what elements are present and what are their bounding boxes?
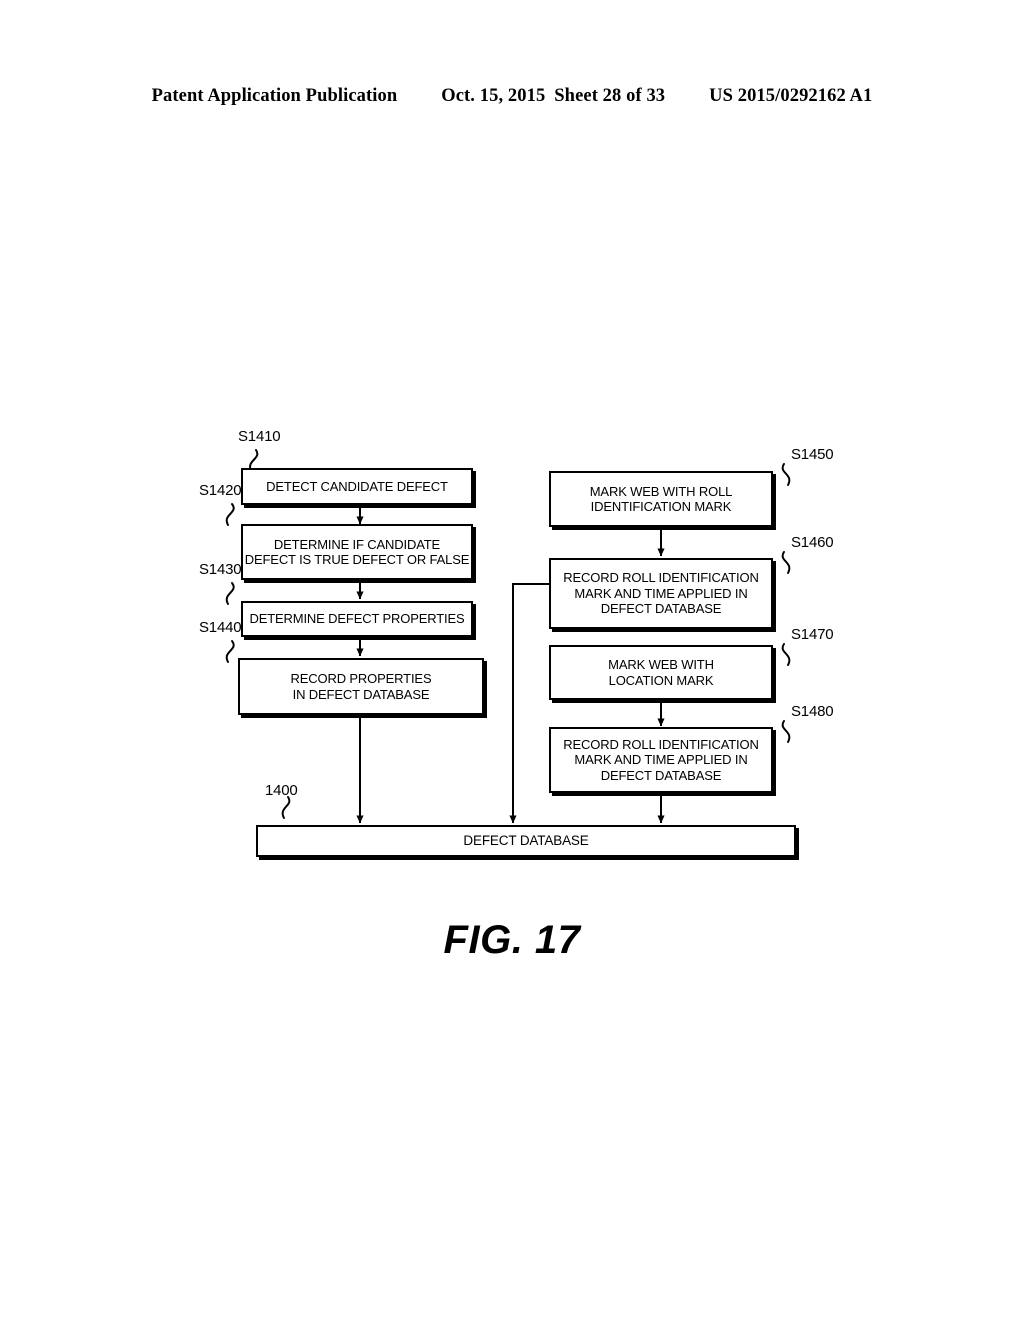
process-box-s1430-label: DETERMINE DEFECT PROPERTIES xyxy=(249,611,465,627)
process-box-s1460-label: RECORD ROLL IDENTIFICATION MARK AND TIME… xyxy=(563,570,759,617)
leader-s1440 xyxy=(225,640,235,663)
process-box-s1460[interactable]: RECORD ROLL IDENTIFICATION MARK AND TIME… xyxy=(549,558,773,629)
leader-s1460 xyxy=(781,551,791,574)
flowchart-connectors xyxy=(225,449,791,824)
process-box-s1440-label: RECORD PROPERTIES IN DEFECT DATABASE xyxy=(290,671,432,702)
process-box-s1420-label: DETERMINE IF CANDIDATE DEFECT IS TRUE DE… xyxy=(244,536,470,568)
process-box-s1420[interactable]: DETERMINE IF CANDIDATE DEFECT IS TRUE DE… xyxy=(241,524,473,580)
process-box-s1450[interactable]: MARK WEB WITH ROLL IDENTIFICATION MARK xyxy=(549,471,773,527)
defect-database-bar-label: DEFECT DATABASE xyxy=(463,833,589,849)
ref-label-s1470: S1470 xyxy=(791,626,834,643)
leader-s1480 xyxy=(781,720,791,743)
process-box-s1470[interactable]: MARK WEB WITH LOCATION MARK xyxy=(549,645,773,700)
ref-label-s1430: S1430 xyxy=(199,561,242,578)
leader-1400 xyxy=(281,796,291,819)
process-box-s1480[interactable]: RECORD ROLL IDENTIFICATION MARK AND TIME… xyxy=(549,727,773,793)
ref-label-1400: 1400 xyxy=(265,782,298,799)
process-box-s1410[interactable]: DETECT CANDIDATE DEFECT xyxy=(241,468,473,505)
leader-s1420 xyxy=(225,503,235,526)
ref-label-s1460: S1460 xyxy=(791,534,834,551)
ref-label-s1410: S1410 xyxy=(238,428,281,445)
process-box-s1430[interactable]: DETERMINE DEFECT PROPERTIES xyxy=(241,601,473,637)
ref-label-s1440: S1440 xyxy=(199,619,242,636)
figure-17-flowchart: DETECT CANDIDATE DEFECT DETERMINE IF CAN… xyxy=(0,0,1024,1320)
connector-s1460-to-database xyxy=(509,583,549,824)
process-box-s1450-label: MARK WEB WITH ROLL IDENTIFICATION MARK xyxy=(589,483,733,515)
leader-s1470 xyxy=(781,643,791,666)
ref-label-s1480: S1480 xyxy=(791,703,834,720)
process-box-s1470-label: MARK WEB WITH LOCATION MARK xyxy=(608,657,714,688)
ref-label-s1420: S1420 xyxy=(199,482,242,499)
figure-caption: FIG. 17 xyxy=(443,918,581,962)
defect-database-bar[interactable]: DEFECT DATABASE xyxy=(256,825,796,857)
process-box-s1410-label: DETECT CANDIDATE DEFECT xyxy=(266,478,448,494)
process-box-s1480-label: RECORD ROLL IDENTIFICATION MARK AND TIME… xyxy=(563,736,759,783)
leader-s1450 xyxy=(781,463,791,486)
process-box-s1440[interactable]: RECORD PROPERTIES IN DEFECT DATABASE xyxy=(238,658,484,715)
ref-label-s1450: S1450 xyxy=(791,446,834,463)
leader-s1430 xyxy=(225,582,235,605)
